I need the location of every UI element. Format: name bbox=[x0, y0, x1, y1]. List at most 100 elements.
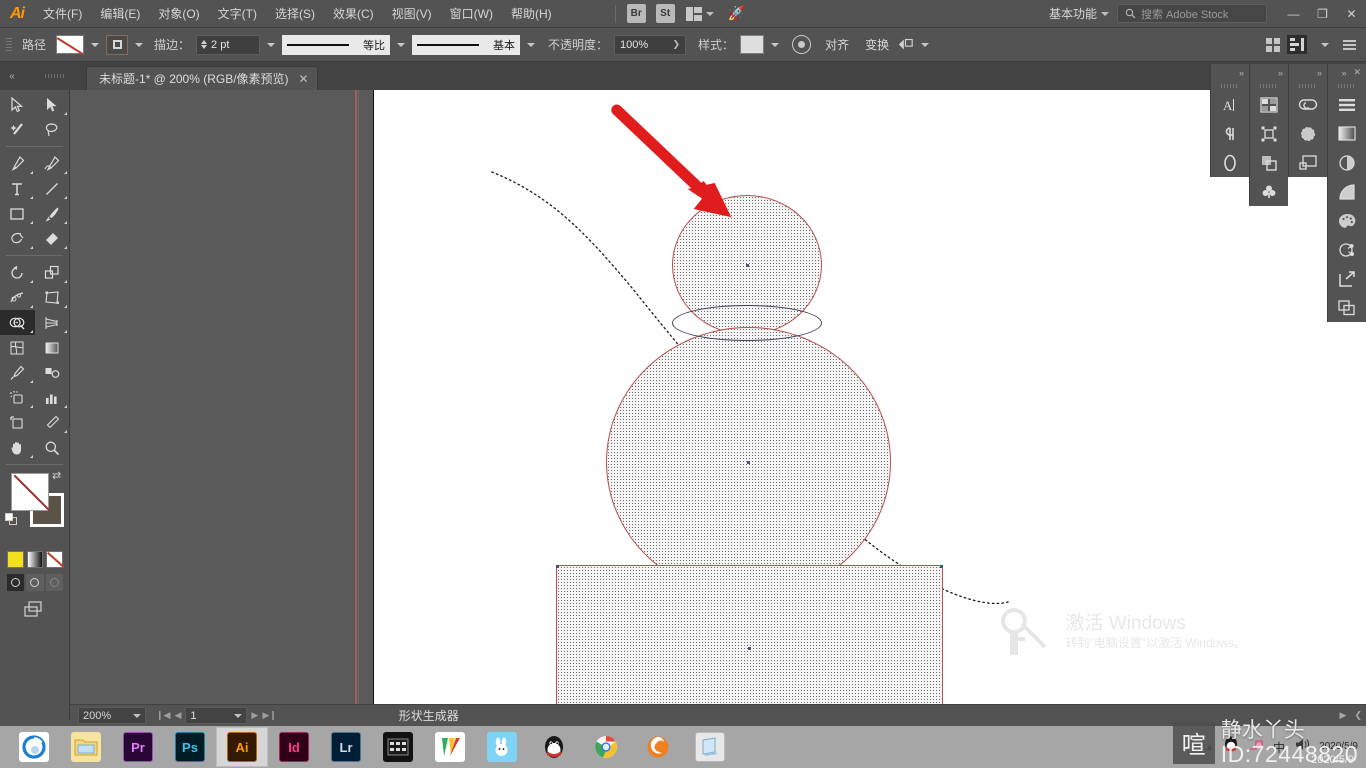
stock-search-input[interactable]: 搜索 Adobe Stock bbox=[1117, 4, 1267, 23]
control-bar-grip[interactable] bbox=[6, 34, 14, 56]
swatches-panel-icon[interactable] bbox=[1250, 90, 1288, 119]
taskbar-browser-360[interactable] bbox=[8, 727, 60, 767]
swap-fill-stroke-icon[interactable]: ⇄ bbox=[52, 469, 66, 483]
isolate-chevron-icon[interactable] bbox=[921, 42, 930, 47]
brushes-panel-icon[interactable] bbox=[1289, 119, 1327, 148]
brush-definition-chevron-icon[interactable] bbox=[527, 42, 536, 47]
draw-behind-button[interactable] bbox=[26, 574, 44, 591]
paintbrush-tool[interactable] bbox=[35, 201, 70, 226]
status-collapse-icon[interactable]: ❮ bbox=[1354, 710, 1362, 721]
taskbar-qq[interactable] bbox=[528, 727, 580, 767]
dock-grip-1[interactable] bbox=[1211, 81, 1249, 90]
stroke-profile-select[interactable]: 等比 bbox=[282, 34, 391, 55]
arrange-documents-button[interactable] bbox=[685, 6, 714, 21]
slice-tool[interactable] bbox=[35, 410, 70, 435]
direct-selection-tool[interactable] bbox=[35, 92, 70, 117]
menu-window[interactable]: 窗口(W) bbox=[441, 0, 502, 28]
fill-swatch-button[interactable] bbox=[56, 35, 85, 54]
scale-tool[interactable] bbox=[35, 260, 70, 285]
dock-grip-2[interactable] bbox=[1250, 81, 1288, 90]
status-flyout-icon[interactable]: ▶ bbox=[1340, 710, 1347, 721]
stroke-swatch-button[interactable] bbox=[106, 34, 129, 55]
anchor-point[interactable] bbox=[748, 647, 751, 650]
taskbar-notepad-doc[interactable] bbox=[684, 727, 736, 767]
stock-button[interactable]: St bbox=[655, 4, 675, 23]
align-panel-icon[interactable] bbox=[1328, 264, 1366, 293]
qq-tray-icon[interactable] bbox=[1223, 736, 1239, 758]
pathfinder-panel-icon[interactable] bbox=[1250, 148, 1288, 177]
paragraph-panel-icon[interactable] bbox=[1211, 119, 1249, 148]
document-tab[interactable]: 未标题-1* @ 200% (RGB/像素预览) ✕ bbox=[86, 66, 318, 90]
document-tab-close-icon[interactable]: ✕ bbox=[299, 72, 309, 86]
selection-tool[interactable] bbox=[0, 92, 35, 117]
menu-edit[interactable]: 编辑(E) bbox=[91, 0, 149, 28]
artboard-chevron-icon[interactable] bbox=[234, 713, 243, 718]
taskbar-premiere-pro[interactable]: Pr bbox=[112, 727, 164, 767]
taskbar-indesign[interactable]: Id bbox=[268, 727, 320, 767]
color-guide-panel-icon[interactable] bbox=[1328, 235, 1366, 264]
hand-tool[interactable] bbox=[0, 435, 35, 460]
workspace-switcher-label[interactable]: 基本功能 bbox=[1045, 5, 1101, 22]
taskbar-chrome[interactable] bbox=[580, 727, 632, 767]
graphic-styles-panel-icon[interactable] bbox=[1328, 177, 1366, 206]
toolbox-grip[interactable] bbox=[24, 62, 86, 90]
first-artboard-button[interactable]: ❙◀ bbox=[156, 710, 170, 721]
menu-file[interactable]: 文件(F) bbox=[34, 0, 91, 28]
gradient-mode-button[interactable] bbox=[26, 551, 44, 568]
canvas-work-area[interactable]: 激活 Windows 转到"电脑设置"以激活 Windows。 bbox=[70, 90, 1366, 720]
dock-close-icon[interactable]: ✕ bbox=[1353, 67, 1361, 78]
rotate-tool[interactable] bbox=[0, 260, 35, 285]
appearance-panel-icon[interactable] bbox=[1328, 148, 1366, 177]
brush-definition-select[interactable]: 基本 bbox=[412, 34, 521, 55]
fill-color-swatch[interactable] bbox=[11, 473, 49, 511]
last-artboard-button[interactable]: ▶❙ bbox=[262, 710, 276, 721]
zoom-chevron-icon[interactable] bbox=[133, 713, 141, 718]
symbol-sprayer-tool[interactable] bbox=[0, 385, 35, 410]
blend-tool[interactable] bbox=[35, 360, 70, 385]
stroke-panel-icon[interactable] bbox=[1211, 148, 1249, 177]
dock-expand-icon-4[interactable]: » bbox=[1341, 68, 1346, 78]
type-tool[interactable] bbox=[0, 176, 35, 201]
screen-mode-button[interactable] bbox=[0, 591, 69, 619]
bridge-button[interactable]: Br bbox=[626, 4, 646, 23]
stroke-profile-chevron-icon[interactable] bbox=[397, 42, 406, 47]
dock-grip-4[interactable] bbox=[1328, 81, 1366, 90]
menu-type[interactable]: 文字(T) bbox=[209, 0, 266, 28]
layers-panel-icon[interactable] bbox=[1328, 90, 1366, 119]
close-button[interactable]: ✕ bbox=[1337, 0, 1366, 28]
rocket-icon[interactable]: 🚀 bbox=[728, 5, 745, 22]
dock-expand-icon-3[interactable]: » bbox=[1289, 64, 1327, 81]
minimize-button[interactable]: — bbox=[1279, 0, 1308, 28]
stroke-weight-input[interactable]: 2 pt bbox=[196, 34, 261, 55]
links-panel-icon[interactable] bbox=[1328, 293, 1366, 322]
align-button[interactable]: 对齐 bbox=[817, 36, 857, 53]
taskbar-video-editor[interactable] bbox=[372, 727, 424, 767]
shape-rectangle-base[interactable] bbox=[556, 565, 943, 720]
line-segment-tool[interactable] bbox=[35, 176, 70, 201]
character-panel-icon[interactable]: A bbox=[1211, 90, 1249, 119]
taskbar-wps-office[interactable] bbox=[424, 727, 476, 767]
taskbar-firefox[interactable] bbox=[632, 727, 684, 767]
opacity-input[interactable]: 100% ❯ bbox=[614, 34, 687, 55]
taskbar-illustrator[interactable]: Ai bbox=[216, 727, 268, 767]
taskbar-rabbit-app[interactable] bbox=[476, 727, 528, 767]
perspective-grid-tool[interactable] bbox=[35, 310, 70, 335]
default-fill-stroke-icon[interactable] bbox=[5, 513, 19, 527]
mesh-tool[interactable] bbox=[0, 335, 35, 360]
restore-button[interactable]: ❐ bbox=[1308, 0, 1337, 28]
graphic-style-swatch[interactable] bbox=[740, 35, 765, 54]
eraser-tool[interactable] bbox=[35, 226, 70, 251]
free-transform-tool[interactable] bbox=[35, 285, 70, 310]
pen-tool[interactable] bbox=[0, 151, 35, 176]
align-panel-toggle[interactable] bbox=[1287, 35, 1307, 54]
workspace-chevron-icon[interactable] bbox=[1101, 11, 1109, 16]
recolor-artwork-button[interactable] bbox=[792, 35, 812, 54]
draw-normal-button[interactable] bbox=[7, 574, 25, 591]
isolate-selected-icon[interactable] bbox=[897, 37, 914, 52]
column-graph-tool[interactable] bbox=[35, 385, 70, 410]
eyedropper-tool[interactable] bbox=[0, 360, 35, 385]
previous-artboard-button[interactable]: ◀ bbox=[174, 710, 181, 721]
draw-inside-button[interactable] bbox=[45, 574, 63, 591]
gradient-tool[interactable] bbox=[35, 335, 70, 360]
menu-select[interactable]: 选择(S) bbox=[266, 0, 324, 28]
